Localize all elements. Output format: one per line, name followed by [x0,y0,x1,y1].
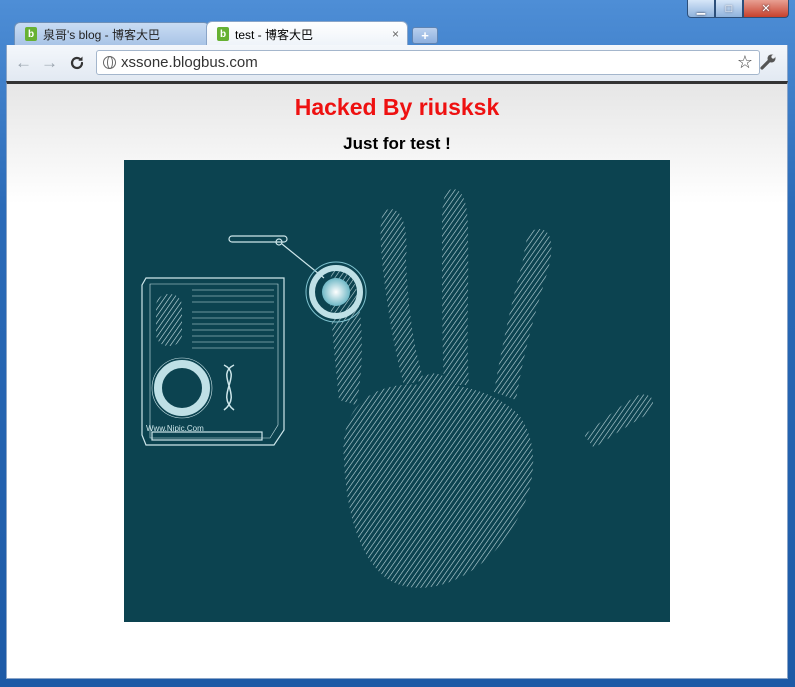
tab-quange-blog[interactable]: b 泉哥's blog - 博客大巴 [14,22,210,45]
back-icon[interactable]: ← [15,54,32,72]
page-viewport: Hacked By riusksk Just for test ! Www.Ni… [6,81,788,679]
address-bar[interactable]: xssone.blogbus.com ☆ [96,50,760,75]
browser-toolbar: ← → xssone.blogbus.com ☆ [6,45,788,81]
hand-graphic [329,189,654,588]
wrench-menu-icon[interactable] [759,53,777,76]
close-window-button[interactable]: ✕ [743,0,789,18]
forward-icon[interactable]: → [41,54,58,72]
maximize-icon: □ [725,2,733,15]
minimize-icon: ▁ [696,3,706,15]
maximize-button[interactable]: □ [715,0,743,18]
tab-title: test - 博客大巴 [235,27,314,42]
close-icon: ✕ [761,3,771,15]
page-heading: Hacked By riusksk [294,94,500,120]
window-controls: ▁ □ ✕ [687,0,789,20]
image-watermark: Www.Nipic.Com [146,424,204,433]
globe-icon [103,56,116,69]
tab-close-icon[interactable]: × [392,27,399,41]
minimize-button[interactable]: ▁ [687,0,715,18]
reload-icon[interactable] [69,54,85,71]
hud-panel [141,235,325,446]
url-text[interactable]: xssone.blogbus.com [121,54,737,71]
bookmark-star-icon[interactable]: ☆ [737,52,753,73]
tab-title: 泉哥's blog - 博客大巴 [43,27,160,42]
scanner-circle [305,261,367,323]
tab-strip: b 泉哥's blog - 博客大巴 b test - 博客大巴 × + [8,19,788,46]
blogbus-favicon-icon: b [217,27,229,41]
handprint-image: Www.Nipic.Com [124,160,670,622]
blogbus-favicon-icon: b [25,27,37,41]
tab-test[interactable]: b test - 博客大巴 × [206,21,408,46]
new-tab-button[interactable]: + [412,27,438,44]
page-subheading: Just for test ! [343,134,451,153]
